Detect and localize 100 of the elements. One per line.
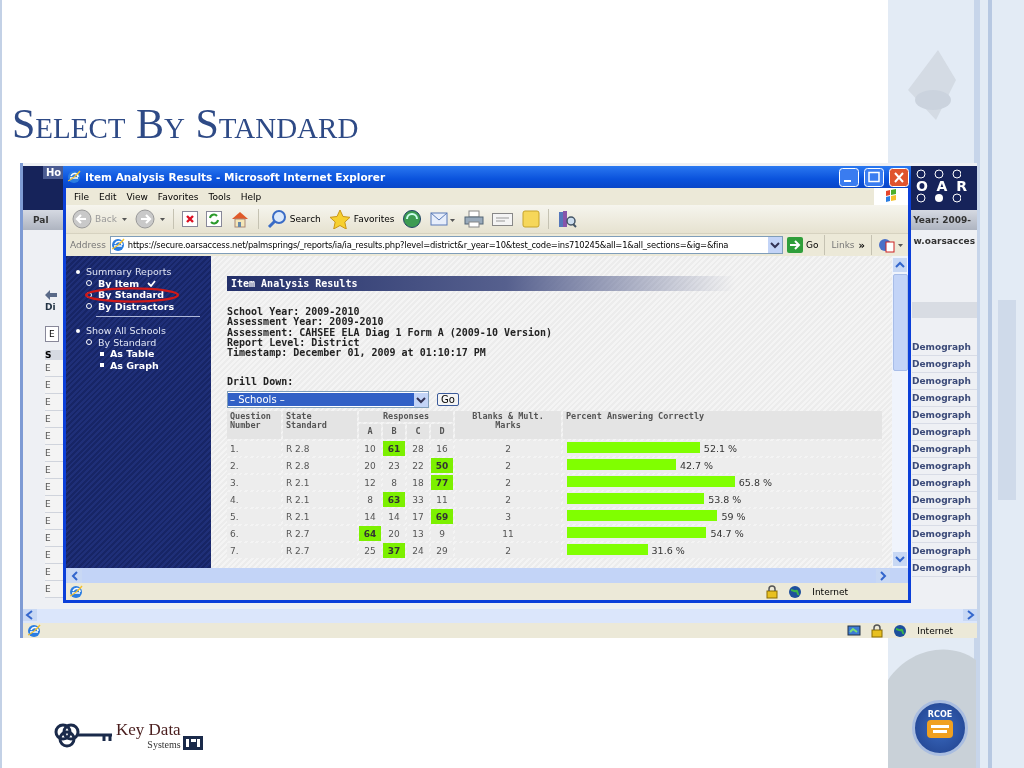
ie-icon — [67, 170, 81, 184]
sidebar-link[interactable]: As Graph — [110, 359, 159, 371]
percent-text: 53.8 % — [708, 493, 742, 508]
refresh-button[interactable] — [203, 210, 224, 228]
table-cell: E — [45, 547, 63, 564]
table-cell: E — [45, 479, 63, 496]
stop-button[interactable] — [179, 210, 200, 228]
scroll-thumb[interactable] — [892, 274, 908, 371]
ie-icon — [110, 238, 125, 252]
sidebar-link[interactable]: By Standard — [98, 336, 157, 348]
table-cell: 23 — [383, 458, 405, 474]
table-cell: E — [45, 564, 63, 581]
badge-text: RCOE — [927, 710, 953, 719]
demographics-link[interactable]: Demograph — [912, 458, 977, 475]
horizontal-scrollbar[interactable] — [66, 568, 908, 583]
column-header: Question Number — [227, 411, 281, 440]
demographics-link[interactable]: Demograph — [912, 390, 977, 407]
sidebar-link[interactable]: By Item — [98, 277, 140, 289]
globe-icon — [788, 584, 803, 599]
sidebar-link[interactable]: By Distractors — [98, 300, 175, 312]
close-icon[interactable] — [889, 167, 909, 187]
demographics-link[interactable]: Demograph — [912, 526, 977, 543]
demographics-link[interactable]: Demograph — [912, 560, 977, 577]
demographics-link[interactable]: Demograph — [912, 407, 977, 424]
percent-text: 42.7 % — [679, 459, 714, 474]
section-heading: Di — [45, 302, 56, 312]
column-header: A — [359, 424, 381, 440]
logo-subtitle: Systems — [147, 739, 181, 750]
table-cell: 1. — [227, 441, 281, 457]
demographics-link[interactable]: Demograph — [912, 424, 977, 441]
network-icon — [847, 624, 862, 637]
header-tab[interactable]: Ho — [43, 166, 65, 179]
table-cell: R 2.1 — [283, 509, 357, 525]
go-button[interactable]: Go — [786, 237, 819, 253]
table-cell: 2. — [227, 458, 281, 474]
demographics-link[interactable]: Demograph — [912, 356, 977, 373]
menu-item[interactable]: View — [126, 191, 148, 202]
sidebar-link[interactable]: Summary Reports — [86, 266, 172, 278]
demographics-link[interactable]: Demograph — [912, 373, 977, 390]
forward-button[interactable] — [132, 208, 167, 230]
percent-text: 65.8 % — [738, 476, 772, 491]
demographics-link[interactable]: Demograph — [912, 492, 977, 509]
sidebar-link[interactable]: Show All Schools — [86, 325, 166, 337]
scroll-left-icon — [23, 609, 37, 621]
favorites-button[interactable]: Favorites — [326, 208, 397, 230]
maximize-icon[interactable] — [864, 167, 884, 187]
table-cell: 24 — [407, 543, 429, 559]
horizontal-scrollbar[interactable] — [23, 609, 977, 623]
table-cell: 6. — [227, 526, 281, 542]
menu-item[interactable]: Favorites — [157, 191, 199, 202]
percent-text: 54.7 % — [710, 527, 744, 542]
table-cell: 2 — [455, 441, 561, 457]
table-cell: E — [45, 445, 63, 462]
column-header: Responses — [359, 411, 453, 423]
search-button[interactable]: Search — [264, 208, 323, 230]
table-cell: 8 — [383, 475, 405, 491]
table-cell: R 2.1 — [283, 475, 357, 491]
table-cell: 63 — [383, 492, 405, 508]
seal-drawing — [927, 720, 953, 738]
menu-item[interactable]: Edit — [99, 191, 117, 202]
table-cell: E — [45, 513, 63, 530]
menu-item[interactable]: File — [74, 191, 90, 202]
column-header: D — [431, 424, 453, 440]
table-cell: 16 — [431, 441, 453, 457]
table-cell: E — [45, 411, 63, 428]
dropdown-icon — [767, 237, 782, 253]
toolbar-addon-icon — [878, 237, 904, 253]
go-button[interactable]: Go — [437, 393, 459, 407]
menu-item[interactable]: Tools — [208, 191, 231, 202]
mail-icon — [430, 210, 457, 228]
select-field[interactable]: E — [45, 326, 59, 342]
demographics-link[interactable]: Demograph — [912, 475, 977, 492]
address-field[interactable]: https://secure.oarsaccess.net/palmsprings/_reports/ia/ia_results.php?level=district&r_year=10&test_code=ins710245&all=1&all_sections=&ig=&fina — [109, 236, 783, 254]
header-stripe — [912, 302, 977, 318]
status-text: Internet — [812, 586, 848, 597]
table-cell: E — [45, 394, 63, 411]
demographics-link[interactable]: Demograph — [912, 441, 977, 458]
table-cell: 77 — [431, 475, 453, 491]
minimize-icon[interactable] — [839, 167, 859, 187]
demographics-link[interactable]: Demograph — [912, 509, 977, 526]
table-cell: 12 — [359, 475, 381, 491]
schools-dropdown[interactable]: – Schools – — [227, 391, 429, 409]
bullet-icon — [86, 303, 92, 310]
demographics-link[interactable]: Demograph — [912, 543, 977, 560]
sidebar-link[interactable]: As Table — [110, 348, 155, 360]
table-cell: 9 — [431, 526, 453, 542]
links-button[interactable]: Links — [831, 240, 855, 250]
vertical-scrollbar[interactable] — [892, 256, 908, 568]
printer-icon — [464, 210, 485, 228]
table-cell: 69 — [431, 509, 453, 525]
table-cell: E — [45, 462, 63, 479]
dots-icon — [915, 193, 961, 203]
document-icon — [492, 211, 515, 227]
chevron-button[interactable]: » — [858, 239, 865, 251]
table-cell: 17 — [407, 509, 429, 525]
print-button[interactable] — [462, 209, 487, 229]
menu-item[interactable]: Help — [240, 191, 262, 202]
dropdown-icon — [414, 393, 428, 407]
demographics-link[interactable]: Demograph — [912, 339, 977, 356]
notes-button[interactable] — [520, 209, 543, 229]
